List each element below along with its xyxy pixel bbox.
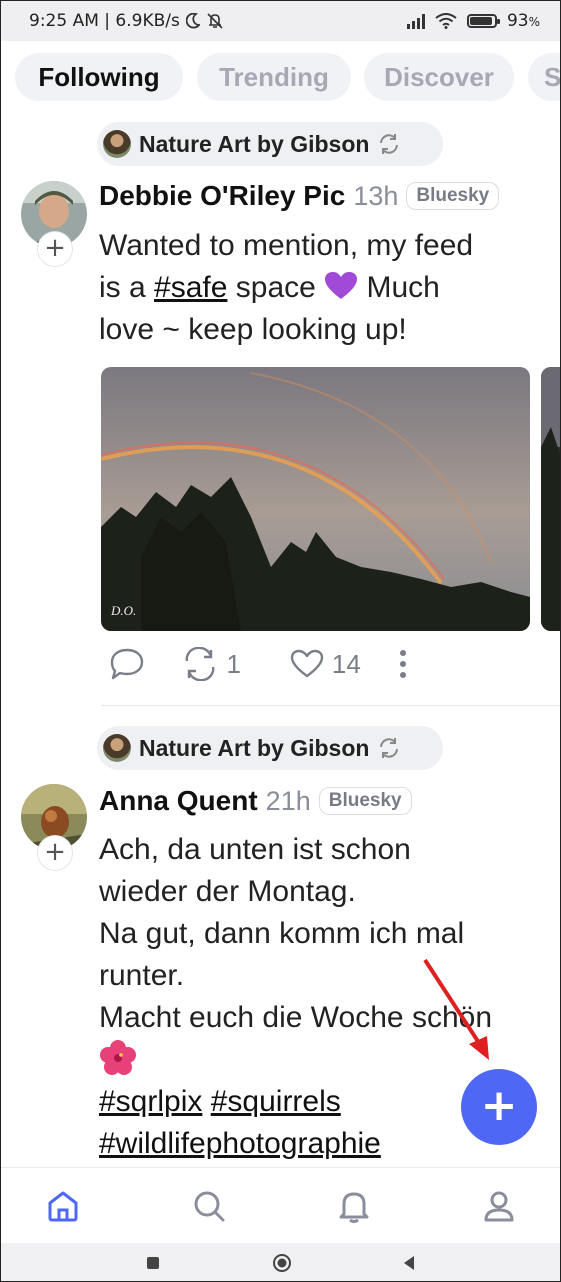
post-text: Wanted to mention, my feed is a #safe sp… xyxy=(99,229,474,346)
platform-badge: Bluesky xyxy=(318,787,412,815)
post-time: 13h xyxy=(353,180,399,211)
feed-avatar xyxy=(103,130,131,158)
signal-icon xyxy=(406,13,425,29)
nav-notifications[interactable] xyxy=(332,1184,376,1228)
more-options-button[interactable] xyxy=(399,650,429,678)
nav-profile[interactable] xyxy=(477,1184,521,1228)
more-vertical-icon xyxy=(400,650,407,678)
back-triangle-icon xyxy=(404,1256,414,1270)
bottom-nav xyxy=(1,1167,560,1244)
reply-icon xyxy=(110,648,144,680)
author-name[interactable]: Debbie O'Riley Pic xyxy=(99,180,345,212)
hashtag-link[interactable]: #squirrels xyxy=(211,1085,341,1118)
tab-more[interactable]: S xyxy=(528,53,560,101)
author-name[interactable]: Anna Quent xyxy=(99,785,258,817)
post-image-next[interactable] xyxy=(541,367,560,631)
like-count: 14 xyxy=(331,648,361,679)
app-screen: 9:25 AM | 6.9KB/s 93% Following Trending… xyxy=(0,0,561,1282)
feed-tabs: Following Trending Discover S xyxy=(1,41,560,117)
nav-search[interactable] xyxy=(187,1184,231,1228)
follow-plus-icon[interactable]: + xyxy=(38,836,72,870)
purple-heart-icon xyxy=(325,272,358,299)
repost-button[interactable]: 1 xyxy=(181,647,290,681)
compose-button[interactable]: + xyxy=(461,1069,537,1145)
refresh-icon xyxy=(380,738,399,758)
circle-icon xyxy=(273,1254,291,1272)
status-time: 9:25 AM | 6.9KB/s xyxy=(29,11,180,31)
follow-plus-icon[interactable]: + xyxy=(38,232,72,266)
image-watermark: D.O. xyxy=(111,603,137,618)
profile-icon xyxy=(484,1191,514,1222)
tab-trending[interactable]: Trending xyxy=(197,53,351,101)
feed-source-label: Nature Art by Gibson xyxy=(139,130,370,157)
post-divider xyxy=(101,705,560,706)
search-icon xyxy=(194,1191,225,1222)
square-icon xyxy=(147,1257,159,1269)
repost-icon xyxy=(185,647,214,681)
post-actions: 1 14 xyxy=(109,647,429,681)
hibiscus-icon xyxy=(100,1040,136,1075)
battery-percent: 93% xyxy=(506,11,540,31)
feed-source-label: Nature Art by Gibson xyxy=(139,734,370,761)
repost-count: 1 xyxy=(226,648,242,679)
battery-icon xyxy=(466,14,500,28)
hashtag-link[interactable]: #wildlifephotographie xyxy=(99,1127,381,1160)
like-button[interactable]: 14 xyxy=(290,649,399,680)
feed-source-chip[interactable]: Nature Art by Gibson xyxy=(97,122,443,166)
reply-button[interactable] xyxy=(109,647,181,681)
platform-badge: Bluesky xyxy=(406,182,500,210)
hashtag-link[interactable]: #sqrlpix xyxy=(99,1085,202,1118)
bell-icon xyxy=(339,1192,369,1223)
status-bar: 9:25 AM | 6.9KB/s 93% xyxy=(1,1,560,41)
annotation-arrow xyxy=(423,958,489,1060)
moon-icon xyxy=(185,13,200,29)
back-button[interactable] xyxy=(397,1251,421,1275)
mute-icon xyxy=(207,13,223,29)
post-image[interactable]: D.O. xyxy=(101,367,530,631)
feed-source-chip[interactable]: Nature Art by Gibson xyxy=(97,726,443,770)
home-system-button[interactable] xyxy=(270,1251,294,1275)
post-time: 21h xyxy=(265,785,311,816)
heart-icon xyxy=(290,649,324,678)
wifi-icon xyxy=(435,13,457,29)
system-nav-bar xyxy=(1,1243,560,1281)
refresh-icon xyxy=(380,134,399,154)
feed-avatar xyxy=(103,734,131,762)
tab-following[interactable]: Following xyxy=(15,53,183,101)
home-icon xyxy=(48,1191,78,1222)
recents-button[interactable] xyxy=(141,1251,165,1275)
nav-home[interactable] xyxy=(41,1184,85,1228)
hashtag-link[interactable]: #safe xyxy=(154,271,227,304)
tab-discover[interactable]: Discover xyxy=(364,53,514,101)
